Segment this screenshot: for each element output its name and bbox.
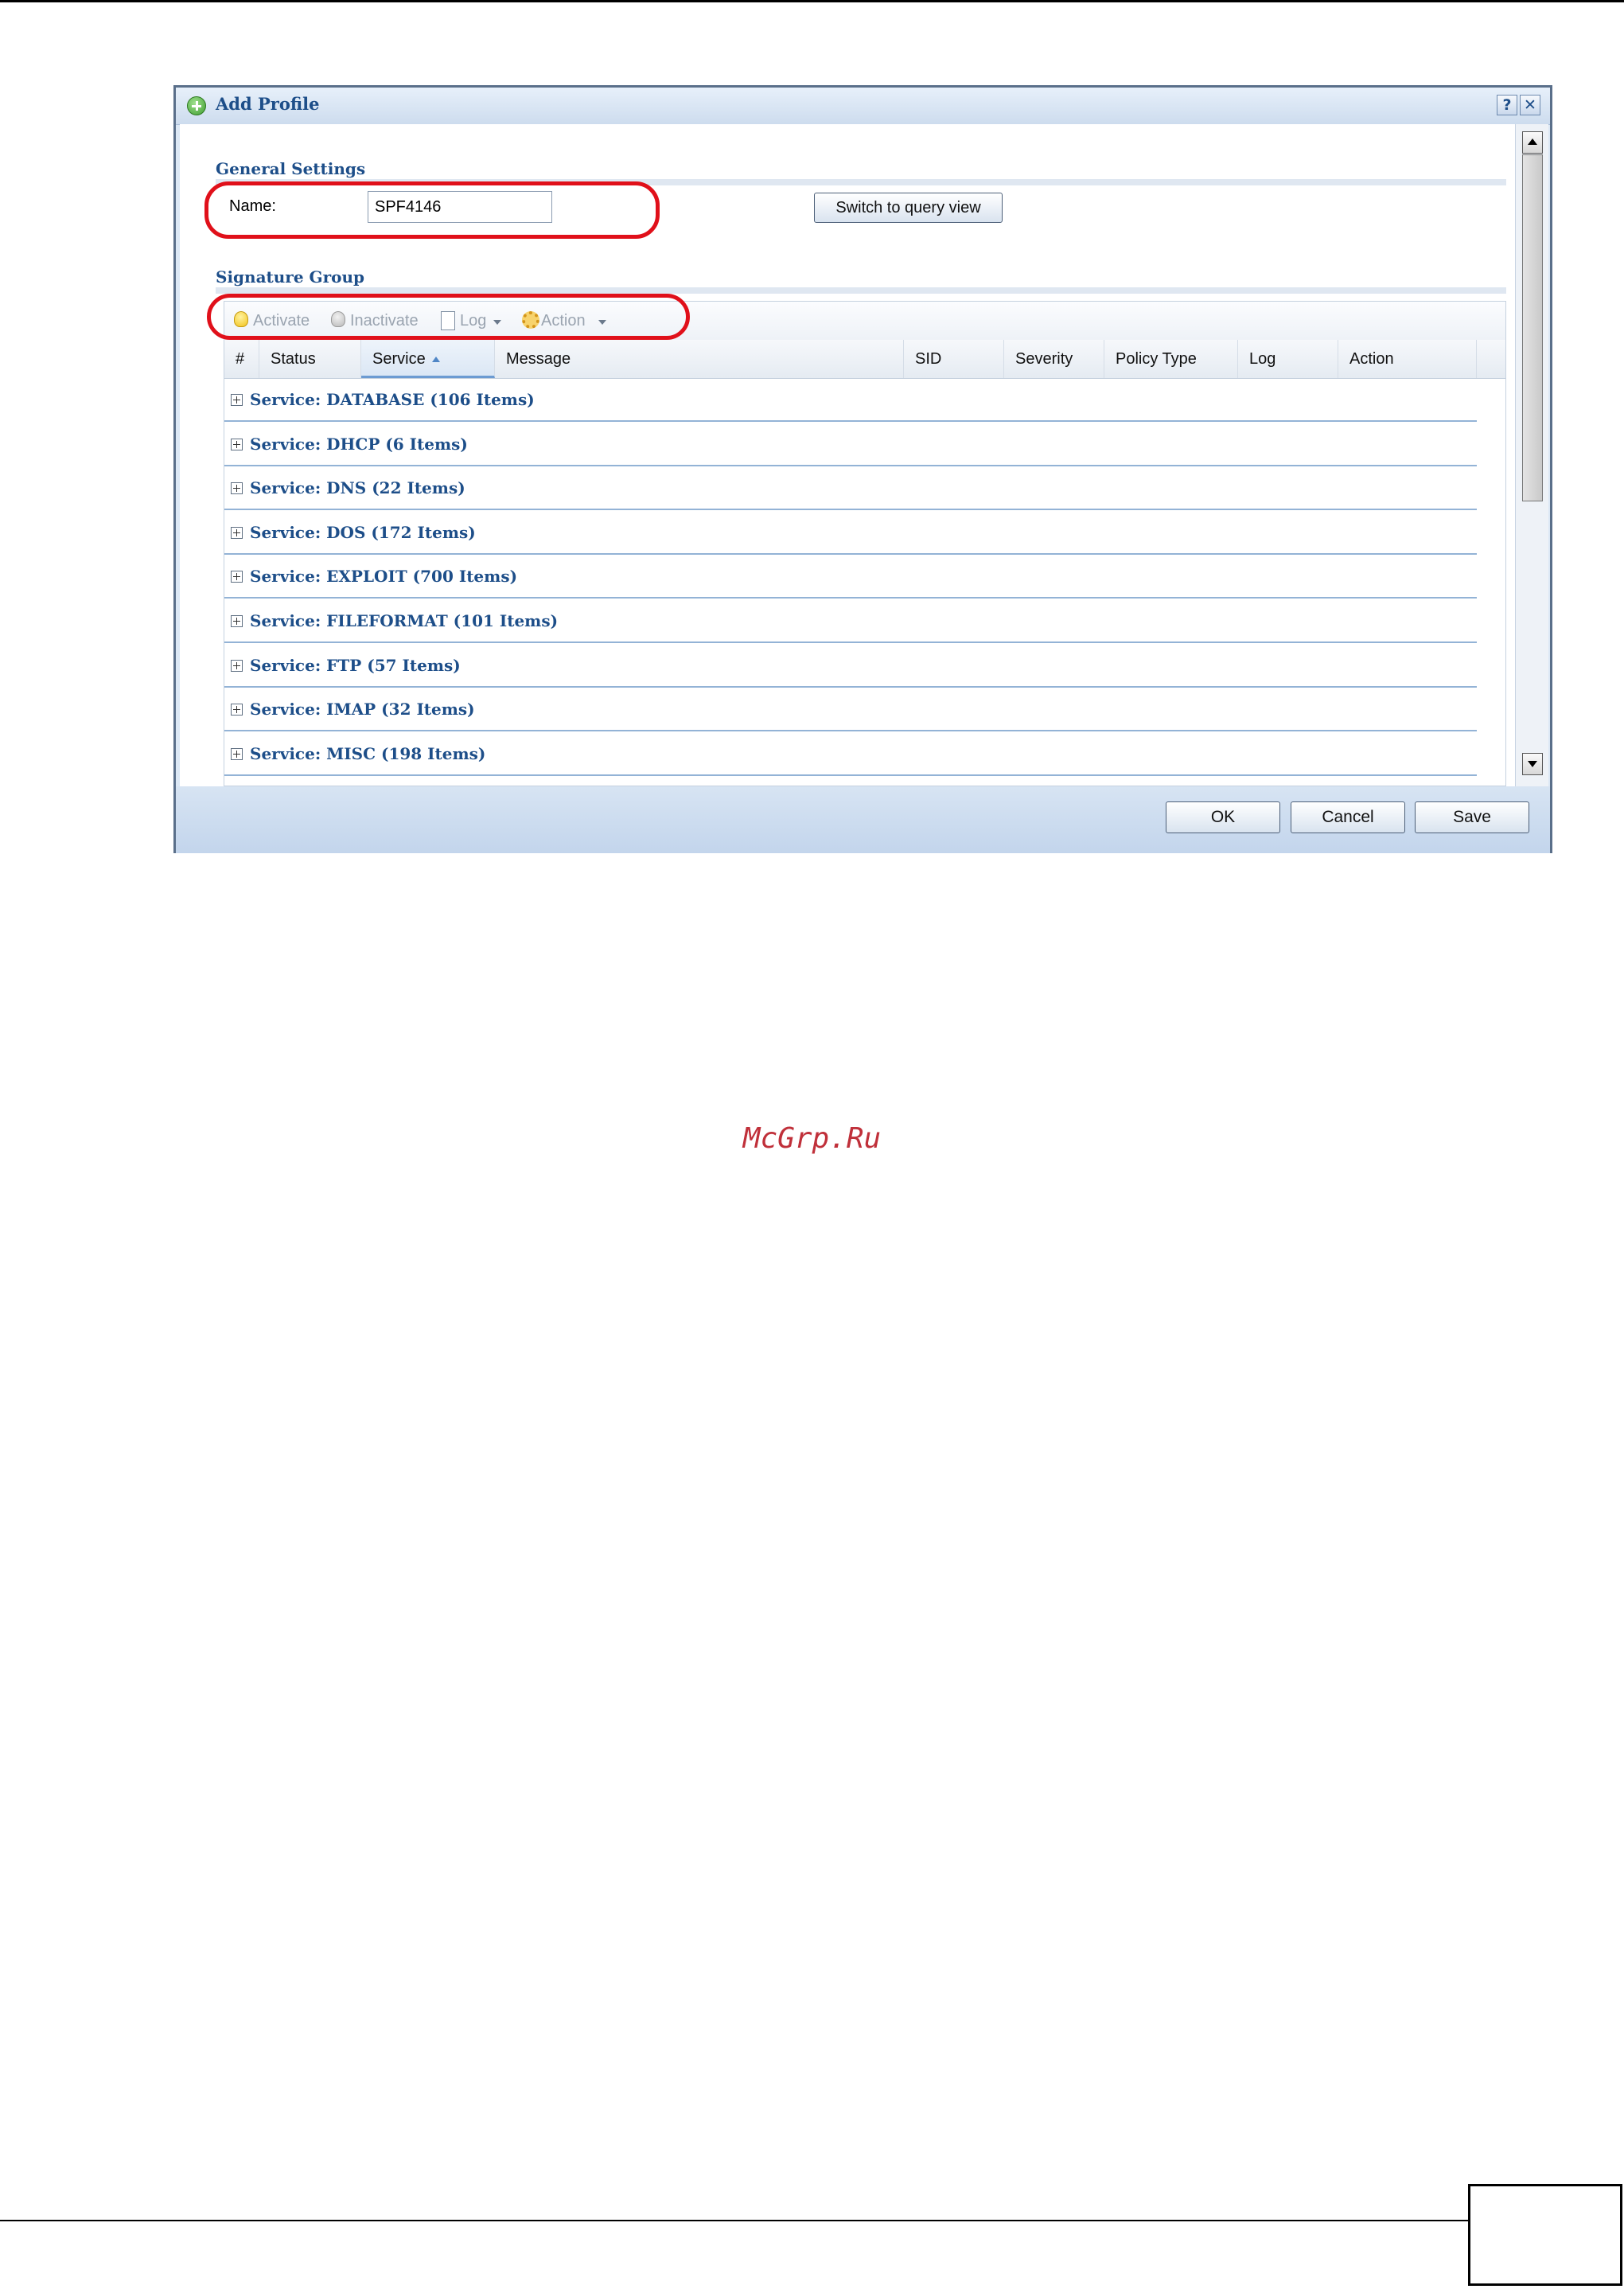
action-label: Action	[541, 312, 586, 330]
vertical-scrollbar[interactable]	[1515, 124, 1548, 786]
scroll-down-arrow-icon[interactable]	[1522, 753, 1543, 775]
name-input[interactable]	[368, 191, 552, 223]
add-profile-dialog: Add Profile ? ✕ General Settings Name: S…	[173, 85, 1552, 853]
activate-button[interactable]: Activate	[234, 310, 329, 332]
log-dropdown[interactable]: Log	[441, 310, 508, 332]
scroll-up-arrow-icon[interactable]	[1522, 131, 1543, 154]
expand-plus-icon[interactable]	[231, 659, 243, 672]
column-header-message[interactable]: Message	[495, 340, 904, 378]
grid-header: # Status Service Message SID Severity Po…	[224, 340, 1477, 379]
expand-plus-icon[interactable]	[231, 704, 243, 716]
column-header-severity[interactable]: Severity	[1004, 340, 1104, 378]
activate-label: Activate	[253, 312, 310, 330]
expand-plus-icon[interactable]	[231, 438, 243, 450]
expand-plus-icon[interactable]	[231, 526, 243, 539]
general-settings-divider	[216, 179, 1506, 185]
group-label: Service: DNS (22 Items)	[250, 478, 465, 498]
group-row[interactable]: Service: IMAP (32 Items)	[224, 688, 1477, 732]
group-label: Service: MISC (198 Items)	[250, 743, 486, 763]
page-bottom-rule	[0, 2220, 1470, 2221]
watermark-text: McGrp.Ru	[742, 1122, 882, 1155]
column-header-service-label: Service	[372, 350, 426, 368]
chevron-down-icon	[493, 320, 501, 325]
signature-grid: Activate Inactivate Log Action # Status …	[224, 301, 1506, 786]
grid-toolbar: Activate Inactivate Log Action	[224, 302, 1505, 341]
document-icon	[441, 311, 455, 330]
group-label: Service: FTP (57 Items)	[250, 655, 461, 675]
inactivate-label: Inactivate	[350, 312, 419, 330]
gear-icon	[522, 311, 539, 329]
expand-plus-icon[interactable]	[231, 482, 243, 495]
page-top-rule	[0, 0, 1624, 2]
signature-group-divider	[216, 287, 1506, 294]
cancel-button[interactable]: Cancel	[1291, 801, 1405, 833]
column-header-policy-type[interactable]: Policy Type	[1104, 340, 1238, 378]
column-header-number[interactable]: #	[224, 340, 259, 378]
column-header-service[interactable]: Service	[361, 340, 495, 378]
group-label: Service: IMAP (32 Items)	[250, 700, 475, 719]
group-row[interactable]: Service: DHCP (6 Items)	[224, 423, 1477, 466]
group-label: Service: FILEFORMAT (101 Items)	[250, 611, 559, 630]
group-label: Service: DHCP (6 Items)	[250, 434, 468, 454]
group-label: Service: DATABASE (106 Items)	[250, 390, 535, 409]
column-header-sid[interactable]: SID	[904, 340, 1004, 378]
help-button[interactable]: ?	[1497, 95, 1517, 115]
column-header-action[interactable]: Action	[1338, 340, 1477, 378]
expand-plus-icon[interactable]	[231, 747, 243, 760]
general-settings-title: General Settings	[216, 159, 366, 178]
ok-button[interactable]: OK	[1166, 801, 1280, 833]
dialog-footer: OK Cancel Save	[176, 786, 1550, 853]
group-row[interactable]: Service: DATABASE (106 Items)	[224, 378, 1477, 422]
add-icon	[187, 96, 206, 115]
group-row[interactable]: Service: MISC (198 Items)	[224, 732, 1477, 776]
action-dropdown[interactable]: Action	[522, 310, 609, 332]
chevron-down-icon	[598, 320, 606, 325]
group-label: Service: EXPLOIT (700 Items)	[250, 567, 518, 587]
expand-plus-icon[interactable]	[231, 394, 243, 406]
grid-header-filler	[1477, 340, 1505, 379]
name-label: Name:	[229, 197, 276, 215]
page-number-box	[1468, 2184, 1622, 2286]
inactivate-button[interactable]: Inactivate	[331, 310, 434, 332]
signature-group-title: Signature Group	[216, 267, 365, 287]
column-header-status[interactable]: Status	[259, 340, 361, 378]
switch-to-query-view-button[interactable]: Switch to query view	[814, 193, 1003, 223]
dialog-titlebar: Add Profile ? ✕	[176, 88, 1550, 125]
expand-plus-icon[interactable]	[231, 615, 243, 627]
bulb-on-icon	[234, 311, 248, 327]
group-row[interactable]: Service: FILEFORMAT (101 Items)	[224, 599, 1477, 643]
group-row[interactable]: Service: EXPLOIT (700 Items)	[224, 555, 1477, 599]
close-button[interactable]: ✕	[1520, 95, 1540, 115]
sort-ascending-icon	[431, 357, 440, 363]
group-row[interactable]: Service: DNS (22 Items)	[224, 466, 1477, 511]
log-label: Log	[460, 312, 487, 330]
group-row[interactable]: Service: FTP (57 Items)	[224, 644, 1477, 688]
scrollbar-thumb[interactable]	[1522, 154, 1543, 501]
dialog-title: Add Profile	[216, 94, 320, 114]
save-button[interactable]: Save	[1415, 801, 1529, 833]
column-header-log[interactable]: Log	[1238, 340, 1338, 378]
group-row[interactable]: Service: DOS (172 Items)	[224, 511, 1477, 555]
expand-plus-icon[interactable]	[231, 571, 243, 583]
group-label: Service: DOS (172 Items)	[250, 522, 476, 542]
dialog-content: General Settings Name: Switch to query v…	[180, 124, 1515, 786]
bulb-off-icon	[331, 311, 345, 327]
